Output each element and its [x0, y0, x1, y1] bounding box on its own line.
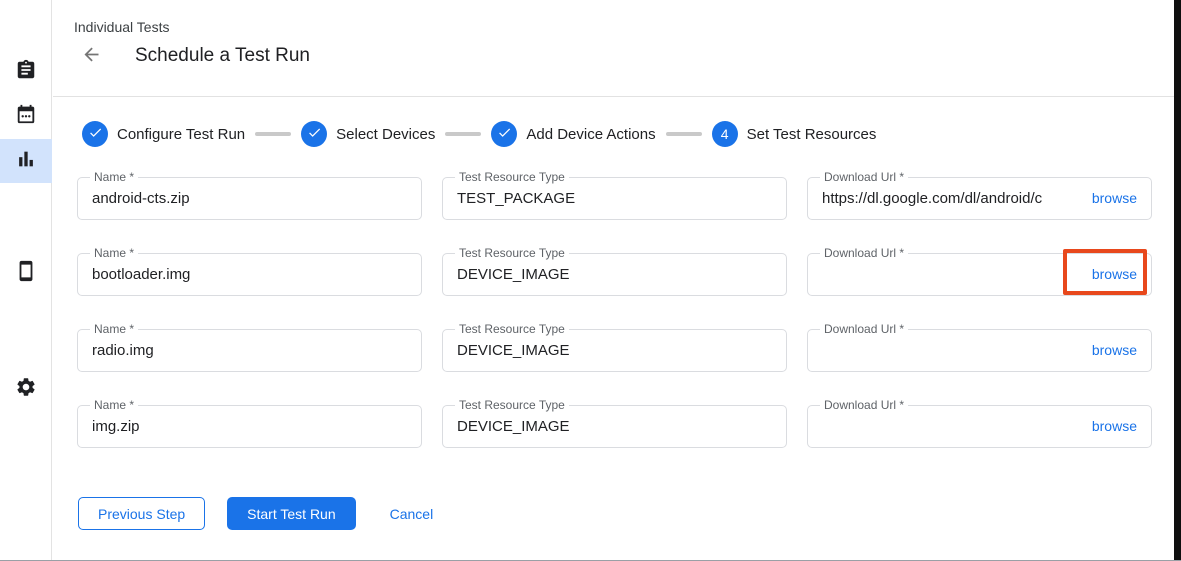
start-test-run-button[interactable]: Start Test Run: [227, 497, 355, 530]
field-label: Download Url *: [820, 322, 908, 336]
step-complete-circle: [301, 121, 327, 147]
sidebar-item-settings[interactable]: [0, 367, 52, 411]
main-area: Individual Tests Schedule a Test Run Con…: [53, 0, 1174, 97]
header: Individual Tests Schedule a Test Run: [53, 0, 1174, 97]
field-label: Test Resource Type: [455, 398, 569, 412]
step-label: Set Test Resources: [747, 126, 877, 143]
check-icon: [307, 125, 322, 143]
field-label: Test Resource Type: [455, 246, 569, 260]
sidebar: [0, 0, 52, 560]
stepper: Configure Test Run Select Devices Add De…: [82, 121, 876, 147]
gear-icon: [15, 376, 37, 403]
field-label: Download Url *: [820, 246, 908, 260]
field-label: Download Url *: [820, 170, 908, 184]
sidebar-item-devices[interactable]: [0, 251, 52, 295]
field-label: Test Resource Type: [455, 170, 569, 184]
resource-type-input[interactable]: Test Resource Type TEST_PACKAGE: [442, 177, 787, 220]
assignment-icon: [15, 59, 37, 86]
field-label: Test Resource Type: [455, 322, 569, 336]
step-add-device-actions[interactable]: Add Device Actions: [491, 121, 655, 147]
name-input[interactable]: Name * img.zip: [77, 405, 422, 448]
browse-link[interactable]: browse: [1092, 418, 1137, 434]
browse-link[interactable]: browse: [1092, 342, 1137, 358]
page-title: Schedule a Test Run: [135, 45, 310, 67]
window-edge-strip: [1174, 0, 1181, 561]
back-button[interactable]: [79, 45, 103, 69]
resource-type-input[interactable]: Test Resource Type DEVICE_IMAGE: [442, 253, 787, 296]
resource-type-input[interactable]: Test Resource Type DEVICE_IMAGE: [442, 329, 787, 372]
check-icon: [88, 125, 103, 143]
field-label: Name *: [90, 246, 138, 260]
download-url-input[interactable]: Download Url * browse: [807, 405, 1152, 448]
field-value: android-cts.zip: [78, 190, 421, 207]
check-icon: [497, 125, 512, 143]
back-arrow-icon: [81, 44, 102, 70]
field-value: DEVICE_IMAGE: [443, 418, 786, 435]
step-select-devices[interactable]: Select Devices: [301, 121, 435, 147]
step-set-test-resources[interactable]: 4 Set Test Resources: [712, 121, 877, 147]
browse-link[interactable]: browse: [1092, 266, 1137, 282]
field-value: https://dl.google.com/dl/android/c: [808, 190, 1092, 207]
schedule-test-run-page: Individual Tests Schedule a Test Run Con…: [0, 0, 1181, 561]
previous-step-button[interactable]: Previous Step: [78, 497, 205, 530]
field-value: radio.img: [78, 342, 421, 359]
download-url-input[interactable]: Download Url * browse: [807, 329, 1152, 372]
field-label: Name *: [90, 398, 138, 412]
stepper-connector: [666, 132, 702, 136]
field-label: Download Url *: [820, 398, 908, 412]
stepper-connector: [255, 132, 291, 136]
browse-link[interactable]: browse: [1092, 190, 1137, 206]
field-value: img.zip: [78, 418, 421, 435]
step-complete-circle: [82, 121, 108, 147]
sidebar-item-test-runs[interactable]: [0, 139, 52, 183]
breadcrumb: Individual Tests: [74, 19, 169, 35]
stepper-connector: [445, 132, 481, 136]
sidebar-item-test-plans[interactable]: [0, 94, 52, 138]
field-label: Name *: [90, 322, 138, 336]
field-value: bootloader.img: [78, 266, 421, 283]
download-url-input[interactable]: Download Url * browse: [807, 253, 1152, 296]
smartphone-icon: [15, 260, 37, 287]
field-value: DEVICE_IMAGE: [443, 342, 786, 359]
step-label: Select Devices: [336, 126, 435, 143]
resource-type-input[interactable]: Test Resource Type DEVICE_IMAGE: [442, 405, 787, 448]
bar-chart-icon: [15, 148, 37, 175]
action-bar: Previous Step Start Test Run Cancel: [78, 497, 433, 530]
cancel-button[interactable]: Cancel: [390, 497, 434, 530]
name-input[interactable]: Name * radio.img: [77, 329, 422, 372]
step-configure-test-run[interactable]: Configure Test Run: [82, 121, 245, 147]
step-complete-circle: [491, 121, 517, 147]
test-resources-form: Name * android-cts.zip Test Resource Typ…: [77, 177, 1152, 448]
name-input[interactable]: Name * bootloader.img: [77, 253, 422, 296]
field-value: DEVICE_IMAGE: [443, 266, 786, 283]
field-value: TEST_PACKAGE: [443, 190, 786, 207]
name-input[interactable]: Name * android-cts.zip: [77, 177, 422, 220]
calendar-icon: [15, 103, 37, 130]
step-label: Add Device Actions: [526, 126, 655, 143]
field-label: Name *: [90, 170, 138, 184]
content: Configure Test Run Select Devices Add De…: [53, 98, 1174, 560]
step-label: Configure Test Run: [117, 126, 245, 143]
step-number-circle: 4: [712, 121, 738, 147]
sidebar-item-test-suites[interactable]: [0, 50, 52, 94]
download-url-input[interactable]: Download Url * https://dl.google.com/dl/…: [807, 177, 1152, 220]
